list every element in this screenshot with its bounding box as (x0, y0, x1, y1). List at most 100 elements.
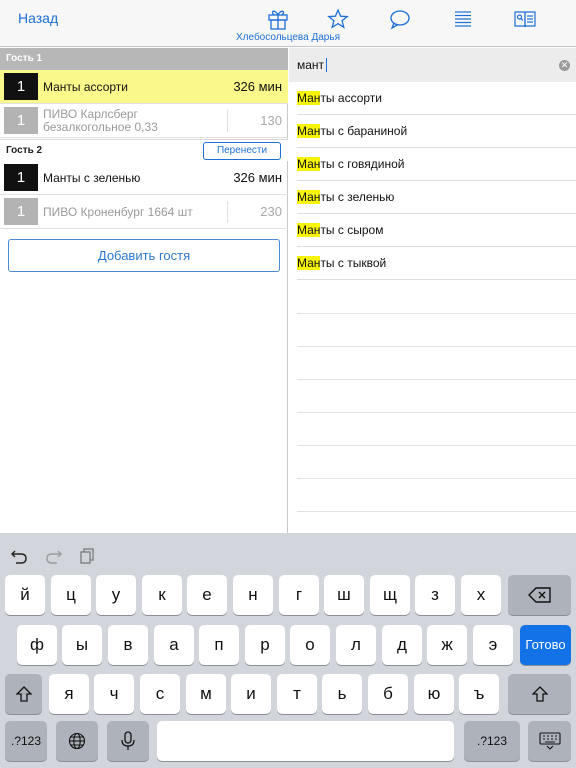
shift-icon (15, 686, 32, 702)
empty-row-divider (297, 511, 576, 512)
key-letter[interactable]: щ (370, 575, 410, 615)
key-letter[interactable]: с (140, 674, 180, 714)
item-quantity[interactable]: 1 (4, 164, 38, 191)
key-letter[interactable]: ю (414, 674, 454, 714)
key-letter[interactable]: з (415, 575, 455, 615)
guest-header-2[interactable]: Гость 2 Перенести (0, 139, 288, 161)
key-letter[interactable]: ы (62, 625, 102, 665)
item-name: Манты с зеленью (43, 170, 141, 185)
item-quantity[interactable]: 1 (4, 198, 38, 225)
dictation-key[interactable] (107, 721, 149, 761)
empty-row-divider (297, 445, 576, 446)
key-letter[interactable]: ш (324, 575, 364, 615)
order-item-row[interactable]: 1 Манты с зеленью 326 мин (0, 161, 288, 195)
search-result-item[interactable]: Манты с бараниной (297, 115, 576, 148)
speech-bubble-icon[interactable] (389, 8, 411, 30)
search-result-item[interactable]: Манты с тыквой (297, 247, 576, 280)
search-result-item[interactable]: Манты с зеленью (297, 181, 576, 214)
key-letter[interactable]: ф (17, 625, 57, 665)
back-button[interactable]: Назад (18, 10, 58, 26)
shift-icon (531, 686, 548, 702)
search-bar: ✕ (289, 48, 576, 82)
key-letter[interactable]: р (245, 625, 285, 665)
order-item-row[interactable]: 1 ПИВО Карлсберг безалкогольное 0,33 130 (0, 104, 288, 138)
match-highlight: Ман (297, 124, 321, 138)
empty-row-divider (297, 379, 576, 380)
key-letter[interactable]: х (461, 575, 501, 615)
transfer-button[interactable]: Перенести (203, 142, 281, 160)
waiter-name: Хлебосольцева Дарья (236, 32, 340, 43)
key-letter[interactable]: в (108, 625, 148, 665)
empty-row-divider (297, 346, 576, 347)
item-price: 130 (260, 113, 282, 128)
key-letter[interactable]: э (473, 625, 513, 665)
paste-icon[interactable] (79, 547, 97, 565)
numbers-key[interactable]: .?123 (5, 721, 47, 761)
star-icon[interactable] (327, 8, 349, 30)
row-divider (227, 110, 228, 132)
list-icon[interactable] (452, 8, 474, 30)
key-letter[interactable]: б (368, 674, 408, 714)
clear-search-button[interactable]: ✕ (559, 60, 570, 71)
redo-icon[interactable] (45, 547, 63, 565)
key-letter[interactable]: е (187, 575, 227, 615)
item-name: ПИВО Карлсберг безалкогольное 0,33 (43, 107, 158, 134)
result-label: ты с тыквой (320, 256, 387, 270)
empty-row-divider (297, 412, 576, 413)
menu-search-pane: ✕ Манты ассорти Манты с бараниной Манты … (289, 48, 576, 533)
key-letter[interactable]: к (142, 575, 182, 615)
space-key[interactable] (157, 721, 454, 761)
backspace-icon (527, 587, 551, 603)
search-result-item[interactable]: Манты ассорти (297, 82, 576, 115)
key-letter[interactable]: о (290, 625, 330, 665)
item-quantity[interactable]: 1 (4, 73, 38, 100)
key-letter[interactable]: ч (94, 674, 134, 714)
gift-icon[interactable] (267, 8, 289, 30)
undo-icon[interactable] (10, 547, 28, 565)
key-letter[interactable]: у (96, 575, 136, 615)
key-letter[interactable]: г (279, 575, 319, 615)
key-letter[interactable]: ж (427, 625, 467, 665)
key-letter[interactable]: н (233, 575, 273, 615)
hide-keyboard-key[interactable] (528, 721, 571, 761)
result-label: ты с говядиной (320, 157, 405, 171)
navigation-bar: Назад Хлебосольцева Дарья (0, 0, 576, 47)
text-caret (326, 58, 327, 72)
key-letter[interactable]: т (277, 674, 317, 714)
key-letter[interactable]: а (154, 625, 194, 665)
key-letter[interactable]: ъ (459, 674, 499, 714)
empty-row-divider (297, 313, 576, 314)
key-letter[interactable]: д (382, 625, 422, 665)
backspace-key[interactable] (508, 575, 571, 615)
match-highlight: Ман (297, 91, 321, 105)
key-letter[interactable]: ц (51, 575, 91, 615)
key-letter[interactable]: я (49, 674, 89, 714)
guest-header-1[interactable]: Гость 1 (0, 48, 288, 70)
key-letter[interactable]: п (199, 625, 239, 665)
key-letter[interactable]: л (336, 625, 376, 665)
item-name: ПИВО Кроненбург 1664 шт (43, 204, 193, 219)
search-result-item[interactable]: Манты с сыром (297, 214, 576, 247)
search-input[interactable] (289, 48, 576, 82)
key-letter[interactable]: и (231, 674, 271, 714)
search-result-item[interactable]: Манты с говядиной (297, 148, 576, 181)
done-key[interactable]: Готово (520, 625, 571, 665)
shift-key-right[interactable] (508, 674, 571, 714)
row-divider (227, 201, 228, 223)
add-guest-button[interactable]: Добавить гостя (8, 239, 280, 272)
numbers-key-right[interactable]: .?123 (464, 721, 520, 761)
key-letter[interactable]: м (186, 674, 226, 714)
order-item-row[interactable]: 1 Манты ассорти 326 мин (0, 70, 288, 104)
match-highlight: Ман (297, 190, 321, 204)
globe-key[interactable] (56, 721, 98, 761)
match-highlight: Ман (297, 157, 321, 171)
shift-key-left[interactable] (5, 674, 42, 714)
key-letter[interactable]: й (5, 575, 45, 615)
item-quantity[interactable]: 1 (4, 107, 38, 134)
order-item-row[interactable]: 1 ПИВО Кроненбург 1664 шт 230 (0, 195, 288, 229)
order-pane: Гость 1 1 Манты ассорти 326 мин 1 ПИВО К… (0, 48, 288, 533)
key-letter[interactable]: ь (322, 674, 362, 714)
result-label: ты ассорти (320, 91, 382, 105)
result-label: ты с бараниной (320, 124, 408, 138)
menu-book-icon[interactable] (514, 8, 536, 30)
